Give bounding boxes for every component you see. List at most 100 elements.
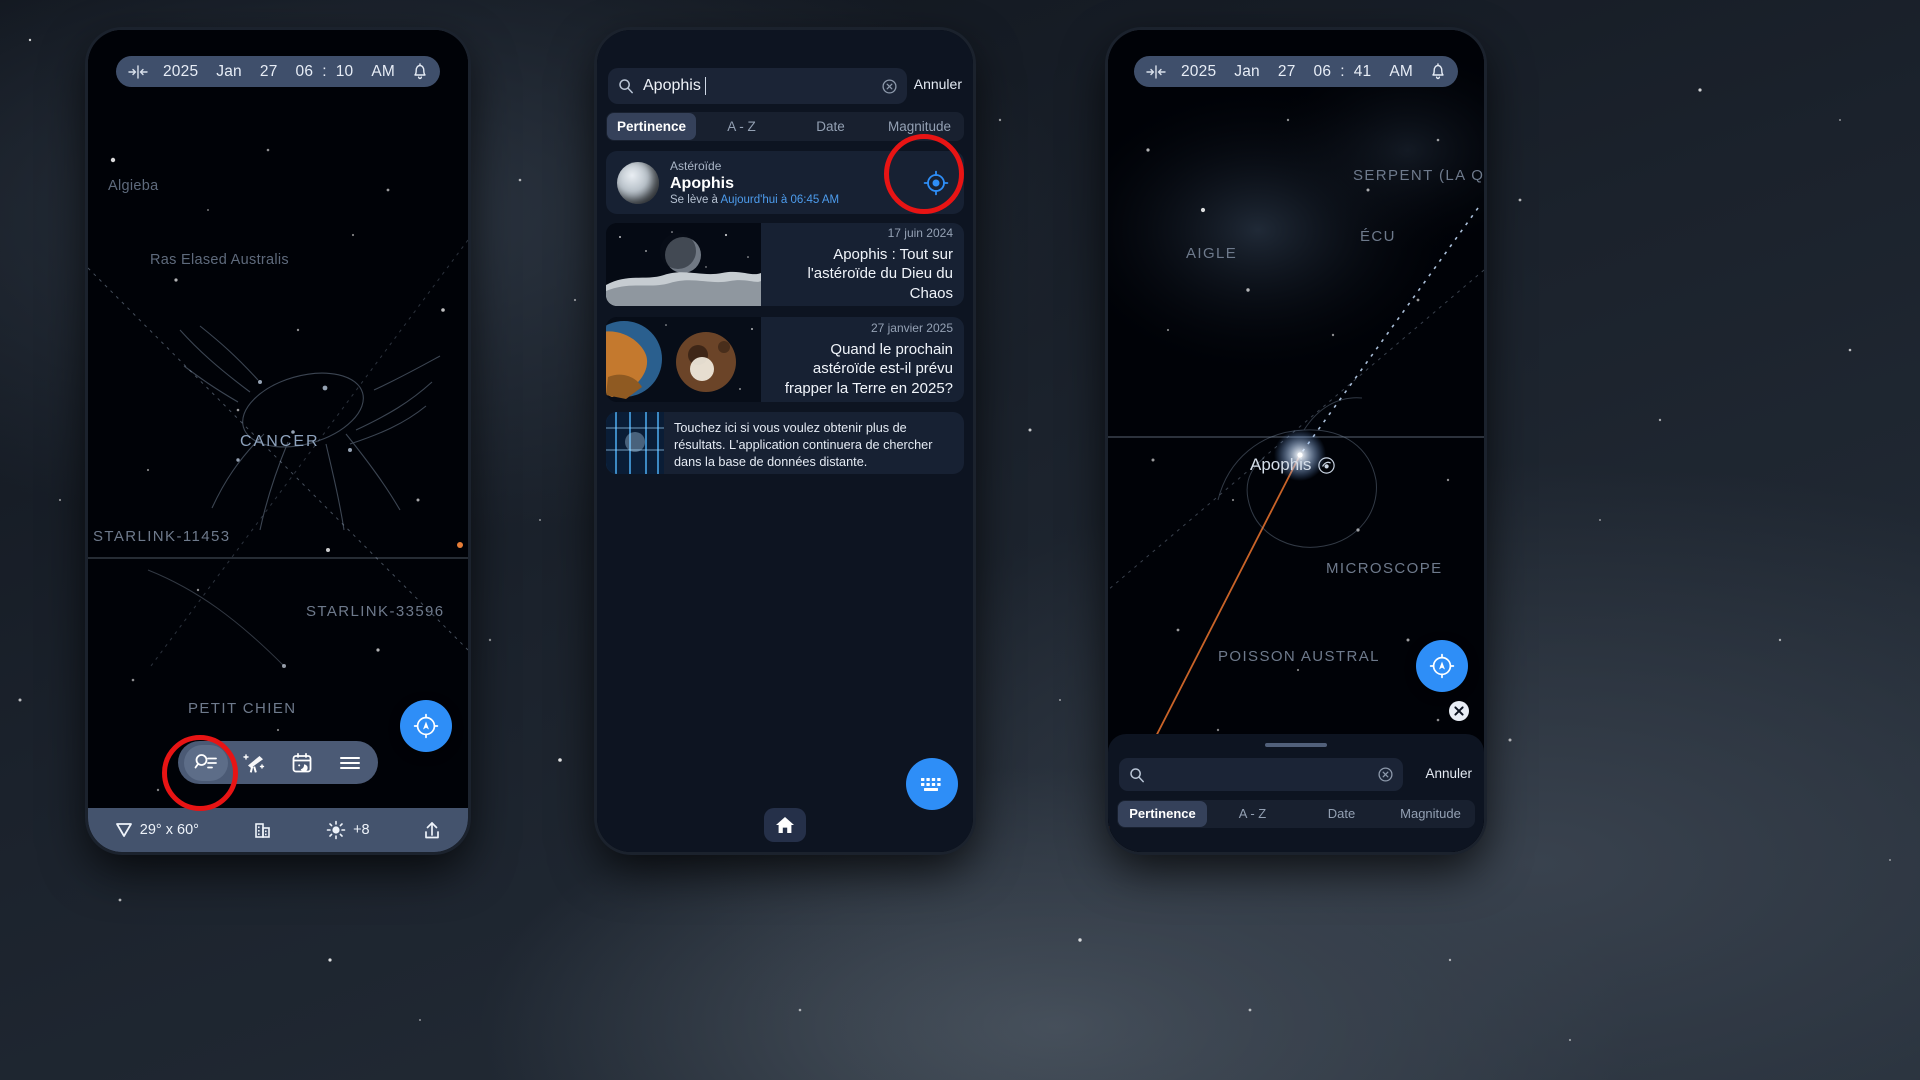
compress-time-icon[interactable]: [1138, 64, 1172, 79]
panel-drag-handle[interactable]: [1265, 743, 1327, 747]
sky-label-cancer: CANCER: [240, 433, 320, 450]
result-rise-line: Se lève à Aujourd'hui à 06:45 AM: [670, 194, 908, 206]
time-minute[interactable]: 10: [327, 63, 363, 81]
keyboard-icon: [921, 778, 941, 791]
locate-fab-left[interactable]: [400, 700, 452, 752]
brightness-value: +8: [353, 822, 370, 838]
city-icon: [254, 823, 270, 838]
telescope-button[interactable]: [232, 745, 276, 781]
bell-icon[interactable]: [1422, 63, 1452, 80]
search-icon: [619, 79, 633, 94]
deep-search-hint-card[interactable]: Touchez ici si vous voulez obtenir plus …: [606, 412, 964, 474]
close-circle-icon: [1449, 701, 1469, 721]
fov-indicator[interactable]: 29° x 60°: [115, 822, 199, 838]
news-date-2: 27 janvier 2025: [870, 321, 953, 336]
sky-label-algieba: Algieba: [108, 178, 159, 194]
phone-left-sky-view[interactable]: Algieba Ras Elased Australis CANCER STAR…: [88, 30, 468, 852]
tab-date[interactable]: Date: [1297, 800, 1386, 828]
time-meridiem[interactable]: AM: [362, 63, 404, 81]
telescope-icon: [243, 753, 265, 773]
date-year[interactable]: 2025: [1172, 63, 1225, 81]
share-icon: [425, 822, 440, 839]
left-sky-canvas[interactable]: Algieba Ras Elased Australis CANCER STAR…: [88, 30, 468, 852]
sky-label-starlink-33596: STARLINK-33596: [306, 603, 445, 620]
menu-icon: [340, 756, 360, 769]
clear-circle-icon[interactable]: [882, 78, 897, 94]
right-search-panel[interactable]: Annuler Pertinence A - Z Date Magnitude: [1108, 734, 1484, 852]
selected-object-tag[interactable]: Apophis: [1250, 455, 1336, 475]
time-hour[interactable]: 06: [287, 63, 323, 81]
rise-prefix: Se lève à: [670, 194, 721, 207]
sky-label-poisson-austral: POISSON AUSTRAL: [1218, 648, 1380, 665]
sky-label-ras-elased-australis: Ras Elased Australis: [150, 252, 289, 268]
deep-search-thumbnail: [606, 412, 664, 474]
sky-label-petit-chien: PETIT CHIEN: [188, 700, 297, 717]
result-meta: Astéroïde Apophis Se lève à Aujourd'hui …: [670, 159, 908, 207]
tab-a-z[interactable]: A - Z: [697, 112, 786, 141]
share-button[interactable]: [423, 820, 441, 840]
brightness-icon: [326, 820, 346, 840]
home-button[interactable]: [764, 808, 806, 842]
news-date-1: 17 juin 2024: [887, 226, 953, 241]
asteroid-badge-icon: [1318, 456, 1336, 474]
right-search-cancel-button[interactable]: Annuler: [1425, 766, 1472, 781]
text-caret: [704, 77, 707, 95]
compass-locate-icon: [413, 713, 439, 739]
news-image-1: [606, 223, 761, 306]
time-meridiem[interactable]: AM: [1380, 63, 1422, 81]
result-kind: Astéroïde: [670, 158, 722, 173]
sky-label-aigle: AIGLE: [1186, 245, 1238, 262]
asteroid-thumbnail: [617, 161, 659, 204]
keyboard-fab[interactable]: [906, 758, 958, 810]
result-name: Apophis: [670, 174, 734, 192]
search-input[interactable]: Apophis: [608, 68, 907, 104]
news-title-2: Quand le prochain astéroïde est-il prévu…: [784, 341, 953, 397]
news-body-2: 27 janvier 2025 Quand le prochain astéro…: [761, 317, 964, 402]
news-card-2[interactable]: 27 janvier 2025 Quand le prochain astéro…: [606, 317, 964, 402]
menu-button[interactable]: [328, 745, 372, 781]
left-datetime-bar[interactable]: 2025 Jan 27 06 : 10 AM: [115, 56, 441, 87]
calendar-night-icon: [292, 752, 312, 772]
home-icon: [776, 817, 794, 833]
news-card-1[interactable]: 17 juin 2024 Apophis : Tout sur l'astéro…: [606, 223, 964, 306]
calendar-button[interactable]: [280, 745, 324, 781]
locate-fab-right[interactable]: [1416, 640, 1468, 692]
fov-icon: [115, 823, 132, 837]
fov-value: 29° x 60°: [139, 822, 199, 838]
phone-right-sky-view[interactable]: SERPENT (LA QUEUE) AIGLE ÉCU MICROSCOPE …: [1108, 30, 1484, 852]
time-hour[interactable]: 06: [1305, 63, 1341, 81]
sky-label-serpent-queue: SERPENT (LA QUEUE): [1353, 167, 1484, 184]
deep-search-hint-text: Touchez ici si vous voulez obtenir plus …: [674, 421, 933, 469]
search-input-value: Apophis: [643, 77, 701, 94]
date-day[interactable]: 27: [1269, 63, 1305, 81]
right-datetime-bar[interactable]: 2025 Jan 27 06 : 41 AM: [1133, 56, 1459, 87]
date-day[interactable]: 27: [251, 63, 287, 81]
tab-pertinence[interactable]: Pertinence: [1118, 801, 1207, 827]
tab-date[interactable]: Date: [786, 112, 875, 141]
tab-pertinence[interactable]: Pertinence: [607, 113, 696, 140]
tab-a-z[interactable]: A - Z: [1208, 800, 1297, 828]
bell-icon[interactable]: [404, 63, 434, 80]
date-year[interactable]: 2025: [154, 63, 207, 81]
clear-circle-icon[interactable]: [1378, 767, 1393, 782]
search-icon: [1130, 767, 1144, 782]
search-cancel-button[interactable]: Annuler: [914, 76, 962, 92]
news-title-1: Apophis : Tout sur l'astéroïde du Dieu d…: [807, 246, 953, 302]
date-month[interactable]: Jan: [207, 63, 251, 81]
news-body-1: 17 juin 2024 Apophis : Tout sur l'astéro…: [761, 223, 964, 306]
brightness-indicator[interactable]: +8: [326, 820, 370, 840]
right-search-input[interactable]: [1119, 758, 1403, 791]
location-button[interactable]: [253, 820, 273, 840]
highlight-locate-apophis-button: [884, 134, 964, 214]
date-month[interactable]: Jan: [1225, 63, 1269, 81]
news-image-2: [606, 317, 761, 402]
close-panel-button[interactable]: [1448, 700, 1470, 722]
compress-time-icon[interactable]: [120, 64, 154, 79]
left-status-bar[interactable]: 29° x 60° +8: [88, 808, 468, 852]
highlight-search-objects-tool: [162, 735, 238, 811]
right-sky-canvas[interactable]: SERPENT (LA QUEUE) AIGLE ÉCU MICROSCOPE …: [1108, 30, 1484, 852]
sky-label-microscope: MICROSCOPE: [1326, 560, 1443, 577]
time-minute[interactable]: 41: [1345, 63, 1381, 81]
tab-magnitude[interactable]: Magnitude: [1386, 800, 1475, 828]
right-sort-tabs[interactable]: Pertinence A - Z Date Magnitude: [1117, 800, 1475, 828]
